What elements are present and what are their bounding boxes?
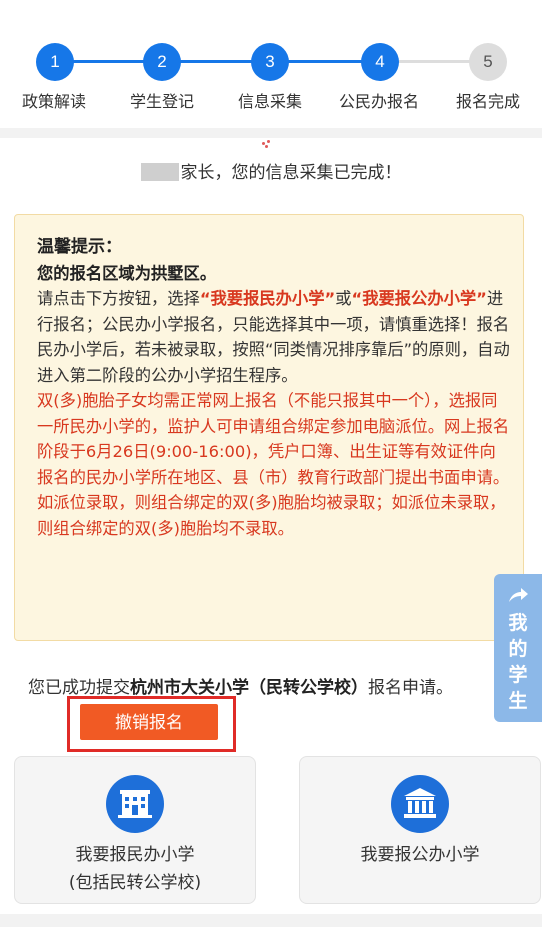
- private-school-card-label: 我要报民办小学 (包括民转公学校): [15, 841, 255, 897]
- notice-p1-or: 或: [335, 289, 352, 308]
- public-school-card-line1: 我要报公办小学: [360, 845, 480, 865]
- step-3-label: 信息采集: [237, 92, 302, 111]
- step-connector: [55, 60, 383, 63]
- notice-box: 温馨提示： 您的报名区域为拱墅区。 请点击下方按钮，选择“我要报民办小学”或“我…: [14, 214, 524, 641]
- side-tab-char-2: 的: [508, 638, 528, 660]
- option-private-highlight: “我要报民办小学”: [199, 289, 336, 308]
- section-divider: [0, 128, 542, 138]
- notice-title: 温馨提示：: [37, 237, 122, 257]
- share-arrow-icon: [494, 586, 542, 610]
- submission-suffix: 报名申请。: [368, 678, 453, 698]
- step-1-dot: 1: [36, 43, 74, 81]
- notice-paragraph-1: 请点击下方按钮，选择“我要报民办小学”或“我要报公办小学”进行报名；公民办小学报…: [37, 286, 511, 388]
- side-tab-char-3: 学: [508, 664, 528, 686]
- step-2-dot: 2: [143, 43, 181, 81]
- step-3-dot: 3: [251, 43, 289, 81]
- redacted-name: [140, 163, 179, 181]
- submitted-school-name: 杭州市大关小学（民转公学校）: [130, 678, 368, 698]
- private-school-card[interactable]: 我要报民办小学 (包括民转公学校): [14, 756, 256, 904]
- public-school-card-label: 我要报公办小学: [300, 841, 540, 869]
- private-school-card-line1: 我要报民办小学: [75, 845, 195, 865]
- side-tab-char-1: 我: [508, 612, 528, 634]
- side-tab-char-4: 生: [508, 690, 528, 712]
- option-public-highlight: “我要报公办小学”: [351, 289, 487, 308]
- public-school-card[interactable]: 我要报公办小学: [299, 756, 541, 904]
- private-school-card-line2: (包括民转公学校): [68, 873, 202, 893]
- step-4-dot: 4: [361, 43, 399, 81]
- step-5-dot: 5: [469, 43, 507, 81]
- my-students-side-tab[interactable]: 我 的 学 生: [494, 574, 542, 722]
- submission-prefix: 您已成功提交: [28, 678, 130, 698]
- bottom-divider: [0, 914, 542, 927]
- step-4-label: 公民办报名: [338, 92, 419, 111]
- decoration-dots: [262, 140, 270, 148]
- government-building-icon: [391, 775, 449, 833]
- greeting-text: 家长，您的信息采集已完成！: [180, 163, 402, 183]
- school-building-icon: [106, 775, 164, 833]
- notice-paragraph-2: 双(多)胞胎子女均需正常网上报名（不能只报其中一个），选报同一所民办小学的，监护…: [37, 391, 510, 538]
- notice-p1-text-a: 请点击下方按钮，选择: [37, 289, 200, 308]
- step-5-label: 报名完成: [455, 92, 520, 111]
- step-1-label: 政策解读: [21, 92, 86, 111]
- greeting-message: 家长，您的信息采集已完成！: [0, 160, 542, 186]
- notice-region: 您的报名区域为拱墅区。: [37, 263, 217, 283]
- step-2-label: 学生登记: [129, 92, 194, 111]
- progress-stepper: 1 2 3 4 5 政策解读 学生登记 信息采集 公民办报名 报名完成: [0, 0, 542, 128]
- cancel-registration-button[interactable]: 撤销报名: [80, 704, 218, 740]
